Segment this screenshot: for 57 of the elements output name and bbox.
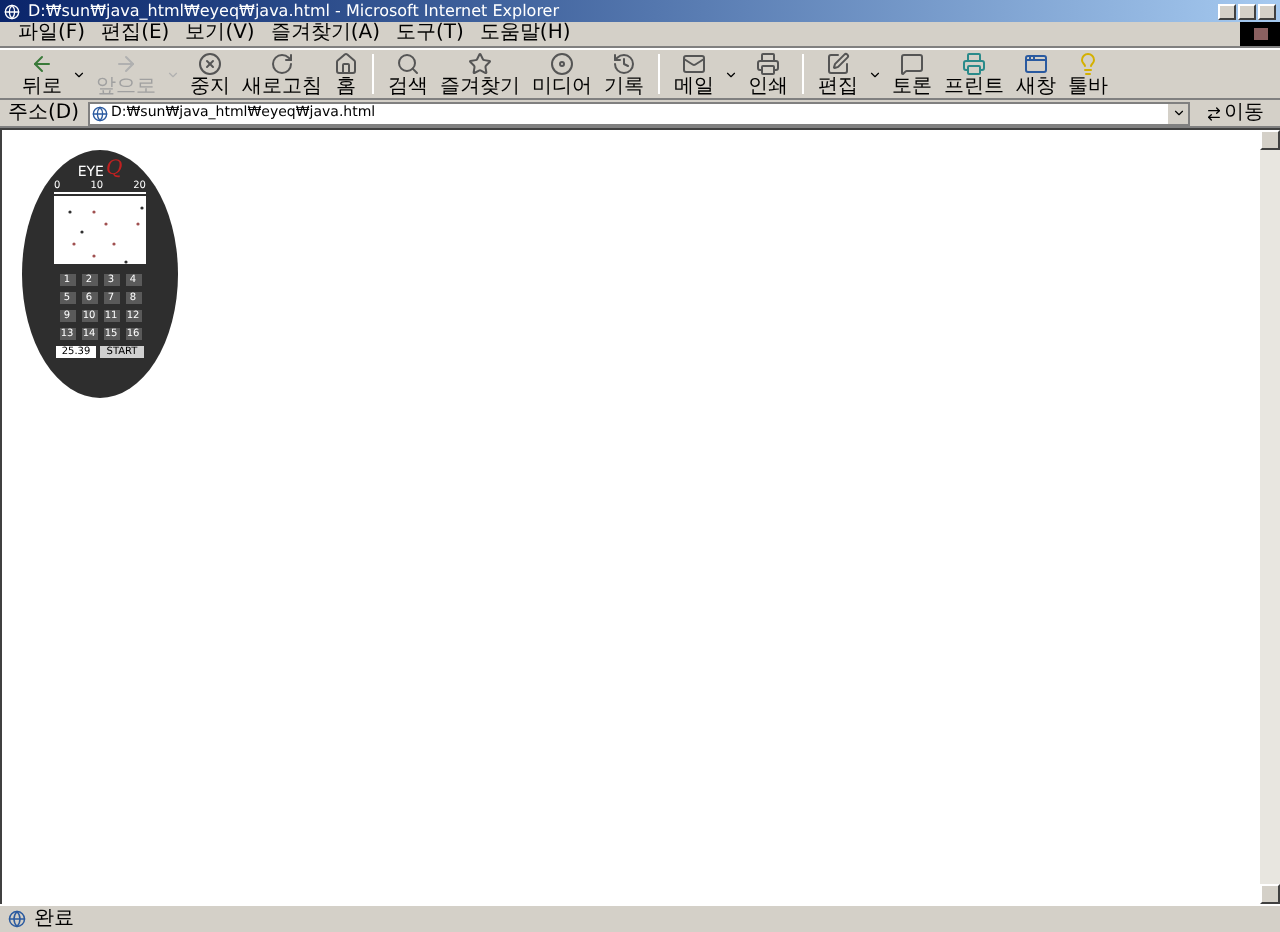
go-button[interactable]: 이동	[1198, 102, 1272, 124]
toolbar-button[interactable]: 메일	[668, 51, 720, 97]
back-arrow-icon	[30, 51, 54, 75]
throbber-logo	[1240, 22, 1280, 46]
lightbulb-icon	[1076, 51, 1100, 75]
toolbar-button[interactable]: 편집	[812, 51, 864, 97]
toolbar-button[interactable]: 인쇄	[742, 51, 794, 97]
menu-item[interactable]: 도움말(H)	[477, 22, 573, 46]
toolbar-button[interactable]: 새창	[1010, 51, 1062, 97]
menu-item[interactable]: 편집(E)	[99, 22, 172, 46]
caret-icon	[1171, 106, 1185, 120]
minimize-button[interactable]	[1218, 3, 1236, 19]
star-icon	[468, 51, 492, 75]
dropdown-caret-icon[interactable]	[724, 67, 738, 81]
mail-icon	[682, 51, 706, 75]
page-icon	[91, 105, 108, 121]
toolbar-button[interactable]: 토론	[886, 51, 938, 97]
menu-item[interactable]: 보기(V)	[183, 22, 257, 46]
refresh-icon	[270, 51, 294, 75]
toolbar-button[interactable]: 새로고침	[236, 51, 328, 97]
home-icon	[334, 51, 358, 75]
toolbar-button[interactable]: 중지	[184, 51, 236, 97]
status-text: 완료	[34, 908, 74, 930]
menu-item[interactable]: 도구(T)	[394, 22, 466, 46]
disc-icon	[550, 51, 574, 75]
toolbar-button[interactable]: 검색	[382, 51, 434, 97]
dropdown-caret-icon[interactable]	[868, 67, 882, 81]
toolbar-button[interactable]: 즐겨찾기	[434, 51, 526, 97]
address-label: 주소(D)	[8, 102, 80, 124]
scrollbar[interactable]	[1260, 130, 1280, 904]
forward-arrow-icon	[114, 51, 138, 75]
dropdown-caret-icon[interactable]	[72, 67, 86, 81]
toolbar-button[interactable]: 뒤로	[16, 51, 68, 97]
search-icon	[396, 51, 420, 75]
toolbar-button[interactable]: 프린트	[938, 51, 1010, 97]
toolbar-button[interactable]: 기록	[598, 51, 650, 97]
go-arrow-icon	[1206, 105, 1222, 121]
page-icon	[8, 910, 26, 928]
menu-item[interactable]: 즐겨찾기(A)	[268, 22, 382, 46]
printer-icon	[756, 51, 780, 75]
browser-icon	[4, 3, 20, 19]
toolbar-button[interactable]: 미디어	[526, 51, 598, 97]
menu-item[interactable]: 파일(F)	[16, 22, 88, 46]
window-title: D:₩sun₩java_html₩eyeq₩java.html - Microsoft Internet Explorer	[28, 2, 562, 20]
toolbar-button[interactable]: 홈	[328, 51, 364, 97]
toolbar-button[interactable]: 툴바	[1062, 51, 1114, 97]
game-logo-mark: Q	[105, 160, 123, 180]
maximize-button[interactable]	[1238, 3, 1256, 19]
dropdown-button[interactable]	[1168, 103, 1188, 123]
pencil-square-icon	[826, 51, 850, 75]
speech-bubble-icon	[900, 51, 924, 75]
history-icon	[612, 51, 636, 75]
window-icon	[1024, 51, 1048, 75]
stop-icon	[198, 51, 222, 75]
close-button[interactable]	[1258, 3, 1276, 19]
printer-icon	[962, 51, 986, 75]
target-field	[54, 196, 146, 264]
